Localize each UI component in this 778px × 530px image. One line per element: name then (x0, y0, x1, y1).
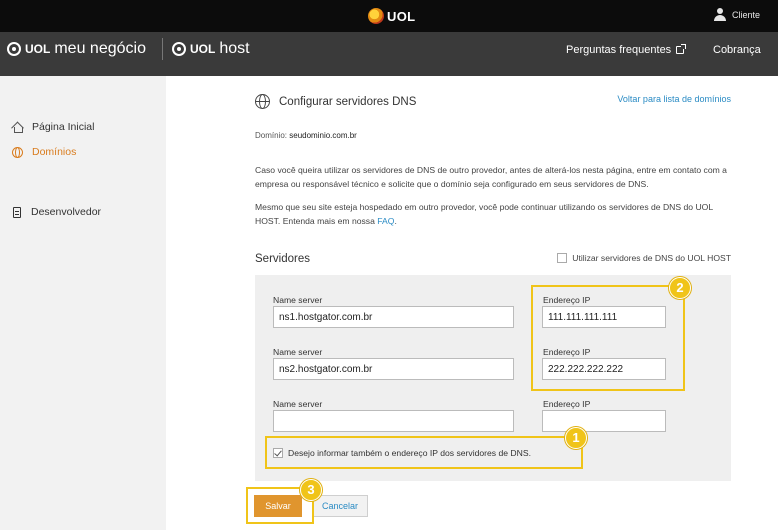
uol-logo-text: UOL (387, 8, 416, 24)
uol-ring-icon (7, 42, 21, 56)
brand-host[interactable]: UOL host (172, 40, 250, 58)
ns2-input[interactable]: ns2.hostgator.com.br (273, 358, 514, 380)
sidebar-item-label: Desenvolvedor (31, 206, 102, 218)
external-link-icon (676, 44, 687, 54)
nav-faq-link[interactable]: Perguntas frequentes (566, 44, 687, 56)
ip3-input[interactable] (542, 410, 666, 432)
sidebar-item-domains[interactable]: Domínios (12, 146, 76, 158)
globe-icon (255, 94, 270, 109)
globe-icon (12, 146, 23, 158)
cancel-button[interactable]: Cancelar (312, 495, 368, 517)
uol-logo-icon (368, 8, 384, 24)
ns1-label: Name server (273, 295, 323, 305)
ns1-input[interactable]: ns1.hostgator.com.br (273, 306, 514, 328)
top-bar: UOL Cliente (0, 0, 778, 32)
nav-billing-link[interactable]: Cobrança (713, 44, 761, 56)
sidebar-item-label: Página Inicial (32, 121, 95, 133)
highlight-frame-2 (531, 285, 685, 391)
brand-bar: UOL meu negócio UOL host Perguntas frequ… (0, 32, 778, 76)
brand-uol-text: UOL (190, 42, 216, 56)
info-paragraph-2-end: . (394, 215, 397, 226)
brand-uol-text: UOL (25, 42, 51, 56)
info-paragraph-2-text: Mesmo que seu site esteja hospedado em o… (255, 202, 713, 226)
page-title: Configurar servidores DNS (279, 95, 417, 108)
step-marker-2: 2 (669, 277, 691, 299)
sidebar-item-label: Domínios (32, 146, 77, 158)
domain-label: Domínio: (255, 131, 288, 140)
use-uolhost-dns-option[interactable]: Utilizar servidores de DNS do UOL HOST (557, 253, 731, 263)
back-to-domains-link[interactable]: Voltar para lista de domínios (617, 94, 731, 104)
nav-faq-label: Perguntas frequentes (566, 44, 672, 56)
brand-meu-negocio[interactable]: UOL meu negócio (7, 40, 146, 58)
highlight-frame-1 (265, 436, 583, 469)
sidebar-item-home[interactable]: Página Inicial (12, 121, 94, 133)
brand-divider (162, 38, 163, 60)
ns2-label: Name server (273, 347, 323, 357)
user-menu[interactable]: Cliente (713, 8, 760, 21)
brand-name: host (219, 40, 250, 57)
uol-ring-icon (172, 42, 186, 56)
developer-icon (13, 206, 21, 218)
servers-section-title: Servidores (255, 253, 310, 265)
sidebar: Página Inicial Domínios Desenvolvedor (0, 76, 166, 530)
domain-info: Domínio: seudominio.com.br (255, 131, 357, 140)
info-paragraph-2: Mesmo que seu site esteja hospedado em o… (255, 201, 733, 228)
page-header: Configurar servidores DNS (255, 94, 416, 109)
uol-logo[interactable]: UOL (368, 6, 415, 26)
use-uolhost-dns-checkbox[interactable] (557, 253, 568, 263)
ns3-input[interactable] (273, 410, 514, 432)
sidebar-item-developer[interactable]: Desenvolvedor (12, 206, 101, 218)
use-uolhost-dns-label: Utilizar servidores de DNS do UOL HOST (572, 253, 731, 263)
home-icon (12, 122, 23, 133)
ip3-label: Endereço IP (543, 399, 591, 409)
faq-link[interactable]: FAQ (377, 216, 394, 226)
domain-value: seudominio.com.br (289, 131, 357, 140)
step-marker-1: 1 (565, 427, 587, 449)
user-icon (713, 8, 726, 21)
brand-name: meu negócio (54, 40, 146, 57)
user-label: Cliente (731, 9, 760, 20)
step-marker-3: 3 (300, 479, 322, 501)
ns3-label: Name server (273, 399, 323, 409)
info-paragraph-1: Caso você queira utilizar os servidores … (255, 165, 727, 189)
